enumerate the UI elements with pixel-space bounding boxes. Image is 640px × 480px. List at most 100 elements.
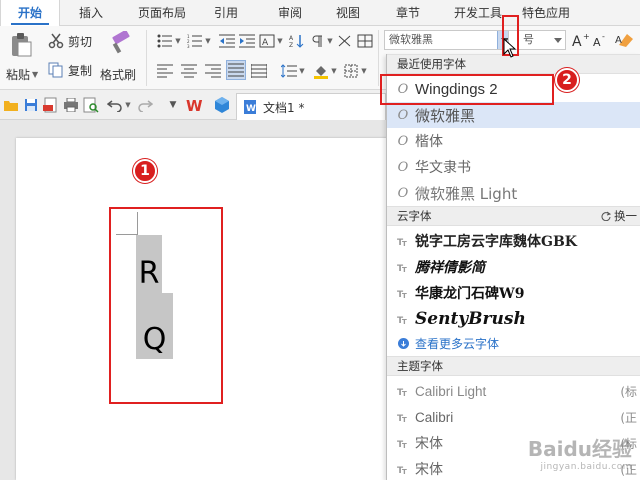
scissors-icon (48, 33, 64, 49)
decrease-indent-icon[interactable] (218, 32, 236, 50)
svg-text:A: A (262, 38, 269, 48)
font-size-dropdown-arrow[interactable] (551, 31, 565, 49)
shrink-font-icon[interactable]: A- (592, 31, 610, 49)
truetype-icon: TT (395, 438, 411, 448)
font-option[interactable]: O 楷体 (387, 128, 640, 154)
font-option-label: 华康龙门石碑W9 (415, 286, 525, 302)
font-option-selected[interactable]: O 微软雅黑 (387, 102, 640, 128)
cloud-font-option[interactable]: TT 腾祥倩影简 (387, 254, 640, 280)
justify-icon[interactable] (226, 60, 246, 80)
baidu-watermark: Baidu经验 jingyan.baidu.com (528, 439, 632, 476)
cloud-font-option[interactable]: TT 华康龙门石碑W9 (387, 280, 640, 306)
wps-logo-icon[interactable]: W (186, 95, 208, 115)
line-spacing-icon[interactable] (280, 62, 298, 80)
chevron-down-icon[interactable]: ▼ (124, 96, 132, 114)
print-icon[interactable] (62, 96, 80, 114)
ribbon-divider (378, 30, 379, 86)
cloud-font-option[interactable]: TT SentyBrush (387, 306, 640, 332)
copy-button[interactable]: 复制 (48, 59, 92, 81)
chevron-down-icon[interactable]: ▼ (360, 62, 368, 80)
clear-formatting-eraser-icon[interactable]: A (614, 30, 636, 50)
font-option-label: 腾祥倩影简 (415, 260, 485, 276)
bullet-list-icon[interactable] (156, 32, 174, 50)
undo-icon[interactable] (106, 96, 124, 114)
font-option[interactable]: O 微软雅黑 Light (387, 180, 640, 206)
tab-home[interactable]: 开始 (0, 0, 60, 27)
truetype-icon: TT (395, 236, 411, 246)
export-pdf-icon[interactable] (42, 96, 60, 114)
font-option[interactable]: O 华文隶书 (387, 154, 640, 180)
menu-tab-bar: 开始 插入 页面布局 引用 审阅 视图 章节 开发工具 特色应用 (0, 0, 640, 27)
chevron-down-icon[interactable]: ▼ (330, 62, 338, 80)
step-badge: 1 (133, 159, 157, 183)
font-name-value: 微软雅黑 (389, 33, 433, 46)
tab-page-layout[interactable]: 页面布局 (126, 0, 198, 26)
svg-text:A: A (615, 35, 622, 46)
svg-text:T: T (402, 442, 407, 448)
theme-font-option[interactable]: TT Calibri (正 (387, 404, 640, 430)
tab-view[interactable]: 视图 (326, 0, 370, 26)
more-cloud-fonts-label: 查看更多云字体 (415, 336, 500, 351)
svg-text:Z: Z (289, 42, 293, 48)
print-preview-icon[interactable] (82, 96, 100, 114)
chinese-layout-icon[interactable]: A (258, 32, 276, 50)
sort-icon[interactable]: AZ (288, 32, 306, 50)
truetype-icon: TT (395, 288, 411, 298)
tab-developer[interactable]: 开发工具 (446, 0, 510, 26)
tab-section[interactable]: 章节 (386, 0, 430, 26)
step-badge: 2 (555, 68, 579, 92)
chevron-down-icon[interactable]: ▼ (174, 32, 182, 50)
svg-text:+: + (583, 32, 590, 41)
cloud-font-option[interactable]: TT 锐字工房云字库魏体GBK (387, 228, 640, 254)
tab-special-apps[interactable]: 特色应用 (514, 0, 578, 26)
tab-insert[interactable]: 插入 (62, 0, 120, 26)
chevron-down-icon[interactable]: ▼ (326, 32, 334, 50)
redo-icon[interactable] (136, 96, 154, 114)
font-name-combo[interactable]: 微软雅黑 (384, 30, 512, 50)
align-center-icon[interactable] (180, 62, 198, 80)
grow-font-icon[interactable]: A + (572, 31, 590, 49)
tab-review[interactable]: 审阅 (268, 0, 312, 26)
format-painter-button[interactable]: 格式刷 (100, 63, 136, 85)
font-option-label: 宋体 (415, 436, 443, 452)
svg-text:T: T (402, 318, 407, 324)
cloud-fonts-header: 云字体 换一 (387, 206, 640, 226)
shading-icon[interactable] (312, 62, 330, 80)
clear-format-icon[interactable] (336, 32, 354, 50)
save-icon[interactable] (22, 96, 40, 114)
borders-icon[interactable] (342, 62, 360, 80)
format-painter-icon[interactable] (108, 30, 134, 56)
font-italic-o-icon: O (397, 159, 409, 175)
mouse-cursor-icon (503, 38, 516, 58)
truetype-icon: TT (395, 314, 411, 324)
font-option-label: SentyBrush (415, 309, 526, 329)
table-grid-icon[interactable] (356, 32, 374, 50)
distributed-align-icon[interactable] (250, 62, 268, 80)
increase-indent-icon[interactable] (238, 32, 256, 50)
paste-button[interactable]: 粘贴 ▼ (6, 63, 38, 85)
chevron-down-icon[interactable]: ▼ (204, 32, 212, 50)
chevron-down-icon: ▼ (32, 69, 39, 79)
chevron-down-icon[interactable]: ▼ (298, 62, 306, 80)
open-folder-icon[interactable] (2, 96, 20, 114)
svg-text:-: - (602, 32, 605, 41)
align-right-icon[interactable] (204, 62, 222, 80)
cloud-icon (395, 337, 411, 349)
font-option-label: Calibri (415, 409, 454, 425)
customize-toolbar-icon[interactable]: ▼ (164, 96, 182, 114)
cut-button[interactable]: 剪切 (48, 30, 92, 52)
refresh-cloud-fonts-button[interactable]: 换一 (601, 207, 637, 225)
paste-icon[interactable] (8, 32, 34, 58)
font-option-label: 宋体 (415, 462, 443, 478)
font-option-label: 楷体 (415, 134, 443, 150)
show-marks-icon[interactable] (308, 32, 326, 50)
document-tab[interactable]: W 文档1 * (236, 93, 386, 120)
theme-font-option[interactable]: TT Calibri Light (标 (387, 378, 640, 404)
chevron-down-icon[interactable]: ▼ (276, 32, 284, 50)
tab-references[interactable]: 引用 (204, 0, 248, 26)
align-left-icon[interactable] (156, 62, 174, 80)
more-cloud-fonts-link[interactable]: 查看更多云字体 (387, 332, 640, 354)
numbered-list-icon[interactable]: 123 (186, 32, 204, 50)
font-option-label: 华文隶书 (415, 160, 471, 176)
cube-icon[interactable] (212, 95, 232, 115)
